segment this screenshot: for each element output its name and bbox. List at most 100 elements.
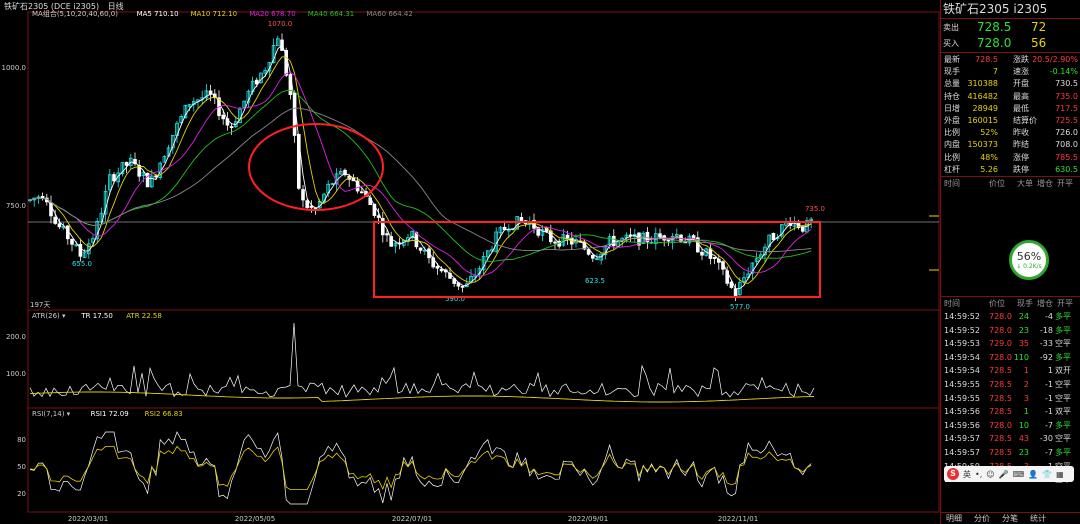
date-tick: 2022/05/05 (235, 515, 275, 523)
sell-price: 728.5 (977, 20, 1012, 34)
date-tick: 2022/09/01 (568, 515, 608, 523)
punct-icon[interactable]: •, (975, 470, 982, 479)
days-label: 197天 (30, 301, 50, 309)
rsi2-legend: RSI2 66.83 (145, 410, 183, 418)
period-label[interactable]: 日线 (108, 2, 124, 11)
tick-row: 14:59:57 728.5 23 -7 多平 (944, 448, 1071, 457)
label-low-655: 655.0 (72, 260, 92, 268)
atr-axis-100: 100.0 (6, 370, 26, 378)
candle-down (591, 255, 595, 259)
kline-chart[interactable]: 1000.0750.0200.0100.0805020MA组合(5,10,20,… (0, 0, 940, 524)
detail-tabs: 明细 分价 分笔 统计 (940, 512, 1080, 524)
candle-down (229, 126, 234, 128)
symbol-title: 铁矿石2305 (DCE i2305) (4, 2, 100, 11)
label-last-high: 735.0 (805, 205, 825, 213)
stat-row: 现手 7 速涨 -0.14% (944, 67, 1078, 77)
clothes-icon[interactable]: 👕 (1042, 470, 1052, 479)
label-high: 1070.0 (268, 20, 293, 28)
stat-row: 持仓 416482 最高 735.0 (944, 91, 1078, 101)
stat-row: 日增 28949 最低 717.5 (944, 103, 1078, 113)
stat-row: 最新 728.5 涨跌 20.5/2.90% (944, 55, 1078, 64)
candle-down (124, 161, 129, 166)
candle-down (385, 233, 389, 236)
axis-label-750: 750.0 (6, 202, 26, 210)
candle-down (112, 174, 116, 182)
candle-down (658, 233, 662, 237)
grid-icon[interactable]: ▦ (1056, 470, 1064, 479)
rsi-legend-title: RSI(7,14) ▾ (32, 410, 71, 418)
tick-row: 14:59:53 729.0 35 -33 空平 (944, 339, 1071, 349)
tick-row: 14:59:54 728.0 110 -92 多平 (944, 352, 1071, 362)
speed-gauge: 56% ↓ 0.2K/s (1009, 240, 1049, 280)
user-icon[interactable]: 👤 (1028, 470, 1038, 479)
stat-row: 外盘 160015 结算价 725.5 (944, 116, 1078, 125)
sell-volume: 72 (1031, 20, 1047, 34)
tick-row: 14:59:55 728.5 2 -1 空平 (944, 380, 1071, 389)
tab-detail[interactable]: 明细 (940, 513, 968, 524)
tab-price[interactable]: 分价 (968, 513, 996, 524)
keyboard-icon[interactable]: ⌨ (1013, 470, 1025, 479)
red-circle-annotation (248, 123, 384, 211)
sogou-icon: S (947, 468, 959, 480)
tick-row: 14:59:55 728.5 3 -1 空平 (944, 393, 1071, 403)
candle-down (435, 266, 440, 269)
ime-mode-icon[interactable]: 英 (963, 469, 971, 480)
candle-down (221, 114, 226, 120)
chart-header: 铁矿石2305 (DCE i2305) 日线 (0, 0, 940, 12)
label-low-577: 577.0 (730, 303, 750, 311)
date-tick: 2022/07/01 (392, 515, 432, 523)
tr-legend: TR 17.50 (80, 312, 112, 320)
emoji-icon[interactable]: ☺ (986, 470, 994, 479)
axis-label-1000: 1000.0 (2, 64, 27, 72)
tab-stats[interactable]: 统计 (1024, 513, 1052, 524)
mic-icon[interactable]: 🎤 (999, 470, 1009, 479)
label-low-623: 623.5 (585, 277, 605, 285)
candle-down (460, 285, 465, 288)
rsi-pane-frame (27, 407, 940, 513)
tab-tick[interactable]: 分笔 (996, 513, 1024, 524)
candle-down (771, 233, 776, 241)
atr-line (29, 391, 815, 403)
candle-down (439, 269, 444, 272)
candle-down (301, 189, 305, 201)
rsi2-line (29, 445, 812, 491)
tick-row: 14:59:52 728.0 23 -18 多平 (944, 325, 1071, 335)
stat-row: 比例 52% 昨收 726.0 (944, 128, 1078, 138)
tick-header: 时间 价位 现手 增仓 开平 (944, 299, 1073, 308)
candle-down (208, 90, 213, 95)
ime-toolbar[interactable]: S 英 •, ☺ 🎤 ⌨ 👤 👕 ▦ (944, 466, 1074, 482)
rsi1-legend: RSI1 72.09 (91, 410, 129, 418)
buy-row: 买入 728.0 56 (943, 36, 1047, 50)
rsi-axis-80: 80 (17, 436, 26, 444)
candle-down (801, 226, 805, 232)
candle-down (359, 191, 364, 194)
stat-row: 内盘 150373 昨结 708.0 (944, 140, 1078, 150)
tick-row: 14:59:56 728.5 1 -1 双平 (944, 407, 1071, 417)
candle-down (309, 205, 314, 208)
contract-name: 铁矿石2305 i2305 (943, 2, 1048, 16)
candle-down (700, 251, 704, 256)
tick-row: 14:59:57 728.5 43 -30 空平 (944, 434, 1071, 444)
candle-down (418, 247, 423, 251)
date-tick: 2022/11/01 (718, 515, 758, 523)
sell-row: 卖出 728.5 72 (943, 20, 1047, 34)
candle-down (305, 200, 309, 208)
candle-down (70, 238, 74, 245)
candle-down (53, 216, 57, 224)
buy-volume: 56 (1031, 36, 1047, 50)
tick-row: 14:59:54 728.5 1 1 双开 (944, 366, 1071, 376)
rsi1-line (29, 431, 812, 505)
tick-row: 14:59:56 728.0 10 -7 多平 (944, 420, 1071, 430)
rsi-axis-20: 20 (17, 490, 26, 498)
candle-down (553, 241, 557, 244)
stat-row: 杠杆 5.26 跌停 630.5 (944, 164, 1078, 174)
tr-line (29, 322, 815, 398)
candle-down (733, 288, 738, 297)
candle-down (712, 257, 717, 259)
bigorder-header: 时间 价位 大单 增仓 开平 (944, 179, 1073, 188)
rsi-axis-50: 50 (17, 463, 26, 471)
candle-down (612, 235, 616, 247)
atr-pane-frame (27, 309, 940, 409)
atr-value-legend: ATR 22.58 (126, 312, 162, 320)
date-tick: 2022/03/01 (68, 515, 108, 523)
